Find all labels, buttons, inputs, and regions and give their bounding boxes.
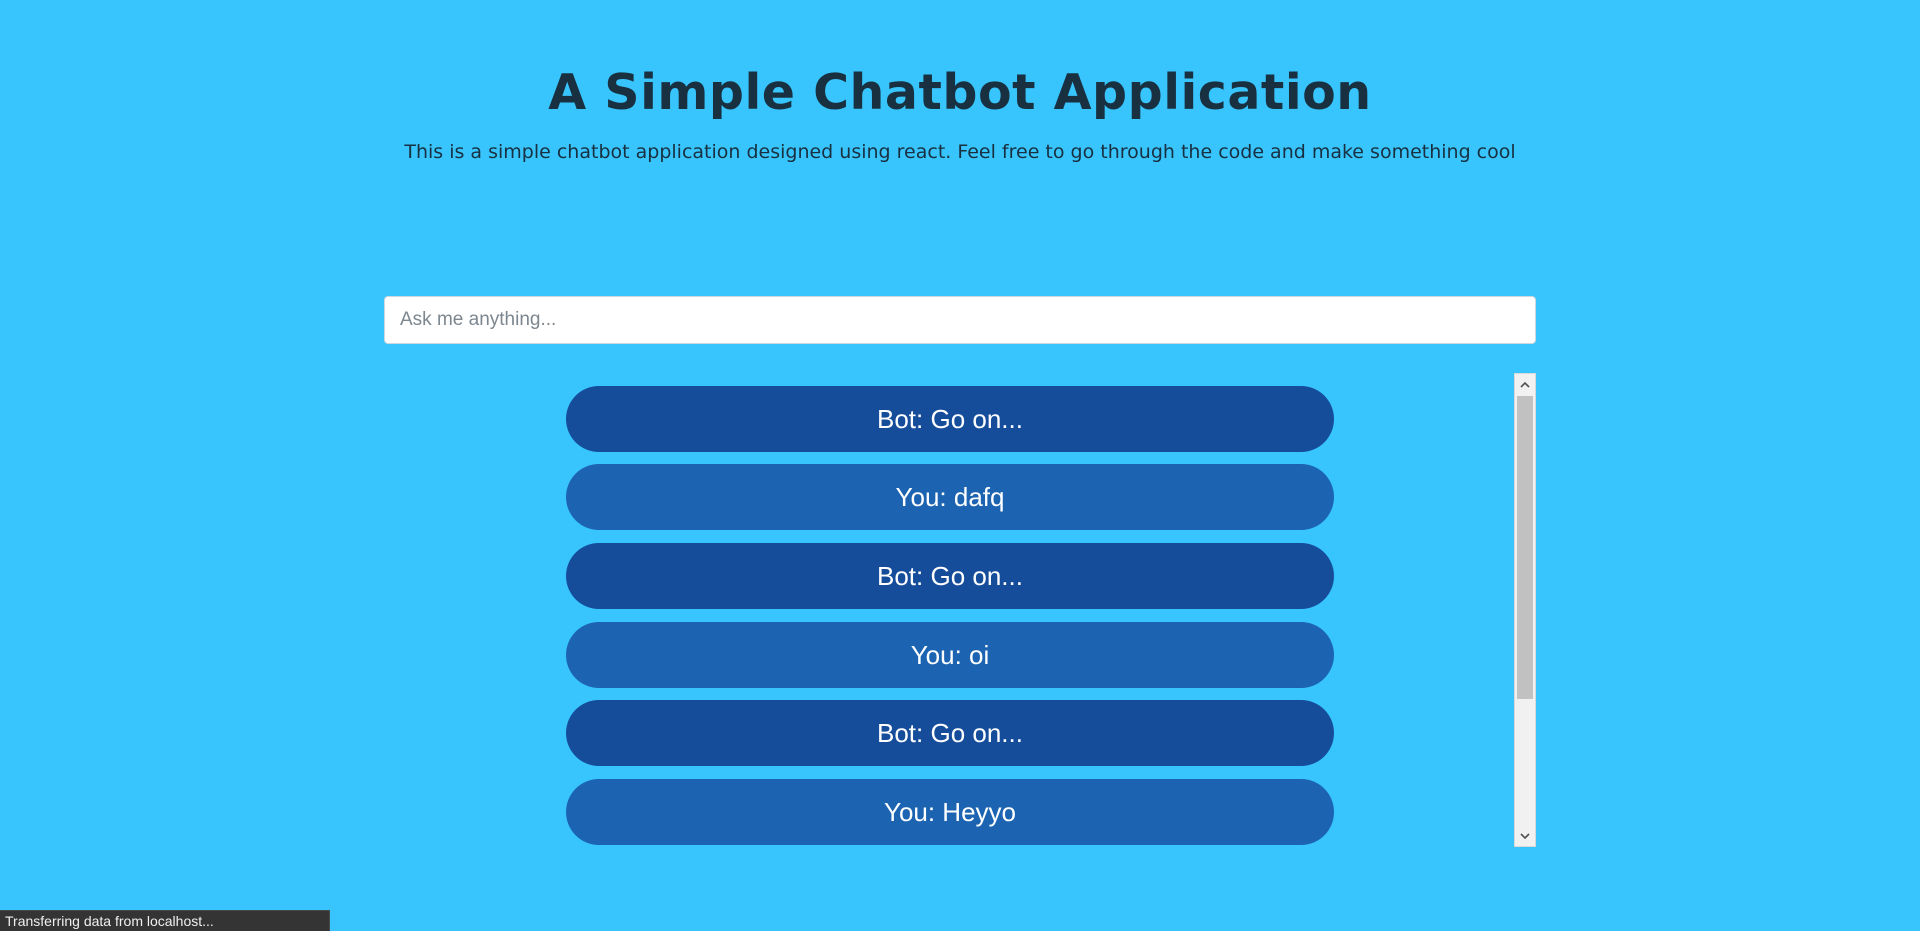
page-subtitle: This is a simple chatbot application des… xyxy=(404,141,1516,163)
message-list-scrollbar[interactable] xyxy=(1514,373,1536,847)
browser-status-bar: Transferring data from localhost... xyxy=(0,910,330,931)
bot-message: Bot: Go on... xyxy=(566,700,1334,766)
user-message: You: dafq xyxy=(566,464,1334,530)
bot-message: Bot: Go on... xyxy=(566,386,1334,452)
page-title: A Simple Chatbot Application xyxy=(548,64,1372,121)
bot-message: Bot: Go on... xyxy=(566,543,1334,609)
scroll-thumb[interactable] xyxy=(1517,396,1533,699)
chat-input[interactable] xyxy=(384,296,1536,344)
chevron-down-icon[interactable] xyxy=(1515,826,1535,846)
user-message: You: oi xyxy=(566,622,1334,688)
chevron-up-icon[interactable] xyxy=(1515,374,1535,394)
user-message: You: Heyyo xyxy=(566,779,1334,845)
message-list: Bot: Go on... You: dafq Bot: Go on... Yo… xyxy=(384,373,1536,847)
